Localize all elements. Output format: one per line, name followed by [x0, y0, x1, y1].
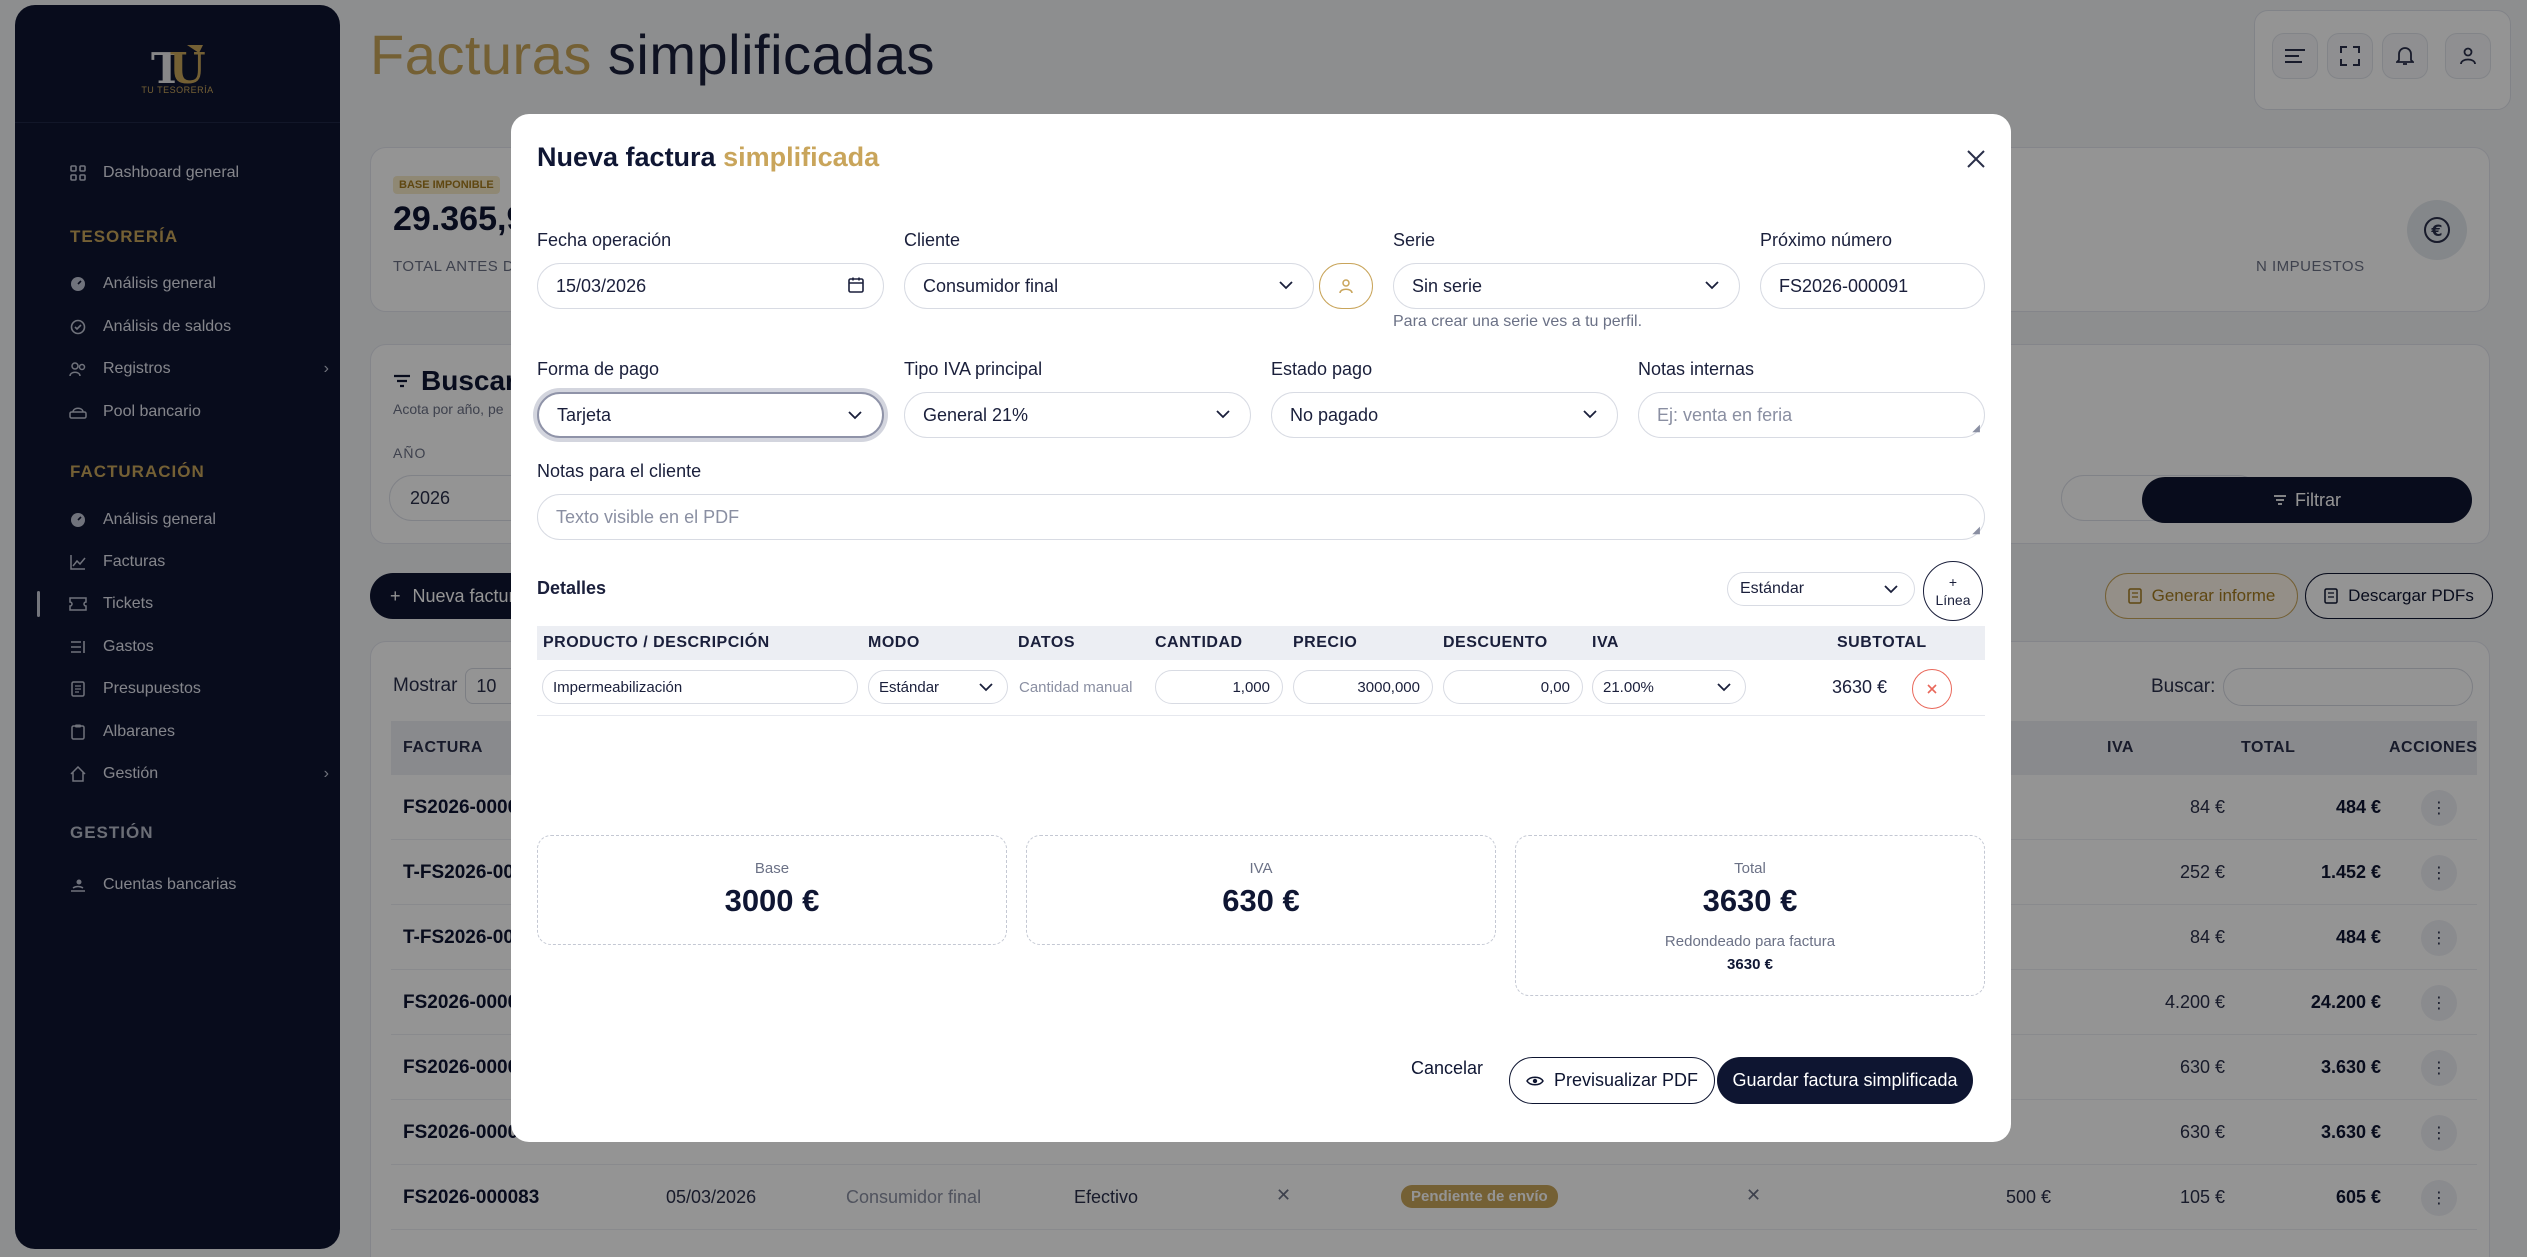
line-row: Impermeabilización Estándar Cantidad man…	[537, 661, 1985, 716]
plus-icon: +	[1948, 573, 1958, 590]
column-header-descuento: DESCUENTO	[1443, 634, 1548, 651]
descuento-input[interactable]: 0,00	[1443, 670, 1583, 704]
serie-select[interactable]: Sin serie	[1393, 263, 1740, 309]
column-header-precio: PRECIO	[1293, 634, 1358, 651]
modo-select[interactable]: Estándar	[868, 670, 1008, 704]
column-header-modo: MODO	[868, 634, 920, 651]
column-header-producto: PRODUCTO / DESCRIPCIÓN	[543, 634, 770, 651]
tipo-iva-label: Tipo IVA principal	[904, 359, 1043, 379]
precio-input[interactable]: 3000,000	[1293, 670, 1433, 704]
notas-cliente-label: Notas para el cliente	[537, 461, 702, 481]
chevron-down-icon	[1214, 405, 1232, 423]
close-icon	[1966, 149, 1986, 169]
notas-internas-textarea[interactable]: Ej: venta en feria ◢	[1638, 392, 1985, 438]
chevron-down-icon	[1703, 276, 1721, 294]
tipo-iva-select[interactable]: General 21%	[904, 392, 1251, 438]
chevron-down-icon	[1717, 679, 1733, 695]
lines-table-header: PRODUCTO / DESCRIPCIÓN MODO DATOS CANTID…	[537, 626, 1985, 660]
preview-pdf-button[interactable]: Previsualizar PDF	[1509, 1057, 1715, 1104]
proximo-numero-input[interactable]: FS2026-000091	[1760, 263, 1985, 309]
forma-pago-label: Forma de pago	[537, 359, 660, 379]
datos-text: Cantidad manual	[1019, 679, 1133, 696]
cliente-select[interactable]: Consumidor final	[904, 263, 1314, 309]
fecha-label: Fecha operación	[537, 230, 672, 250]
chevron-down-icon	[1277, 276, 1295, 294]
summary-iva: IVA 630 €	[1026, 835, 1496, 945]
new-simplified-invoice-modal: Nueva factura simplificada Fecha operaci…	[511, 114, 2011, 1142]
producto-input[interactable]: Impermeabilización	[542, 670, 858, 704]
chevron-down-icon	[979, 679, 995, 695]
forma-pago-select[interactable]: Tarjeta	[537, 392, 884, 438]
save-invoice-button[interactable]: Guardar factura simplificada	[1717, 1057, 1973, 1104]
summary-base: Base 3000 €	[537, 835, 1007, 945]
resize-handle-icon[interactable]: ◢	[1972, 526, 1980, 536]
detalles-mode-select[interactable]: Estándar	[1727, 572, 1915, 606]
close-button[interactable]	[1961, 144, 1991, 174]
chevron-down-icon	[1581, 405, 1599, 423]
column-header-datos: DATOS	[1018, 634, 1076, 651]
serie-hint: Para crear una serie ves a tu perfil.	[1393, 313, 1643, 330]
serie-label: Serie	[1393, 230, 1436, 250]
notas-internas-label: Notas internas	[1638, 359, 1755, 379]
cancel-button[interactable]: Cancelar	[1411, 1058, 1483, 1079]
chevron-down-icon	[1884, 581, 1900, 597]
fecha-input[interactable]: 15/03/2026	[537, 263, 884, 309]
cliente-label: Cliente	[904, 230, 961, 250]
cantidad-input[interactable]: 1,000	[1155, 670, 1283, 704]
eye-icon	[1526, 1075, 1544, 1087]
line-subtotal: 3630 €	[1831, 677, 1887, 697]
add-line-button[interactable]: + Línea	[1923, 561, 1983, 621]
chevron-down-icon	[846, 406, 864, 424]
calendar-icon[interactable]	[847, 276, 865, 294]
column-header-cantidad: CANTIDAD	[1155, 634, 1243, 651]
notas-cliente-textarea[interactable]: Texto visible en el PDF ◢	[537, 494, 1985, 540]
estado-pago-label: Estado pago	[1271, 359, 1373, 379]
column-header-iva: IVA	[1592, 634, 1619, 651]
proximo-label: Próximo número	[1760, 230, 1893, 250]
user-icon	[1338, 278, 1354, 294]
summary-total: Total 3630 € Redondeado para factura 363…	[1515, 835, 1985, 996]
add-client-button[interactable]	[1319, 263, 1373, 309]
delete-line-button[interactable]	[1912, 669, 1952, 709]
estado-pago-select[interactable]: No pagado	[1271, 392, 1618, 438]
detalles-title: Detalles	[537, 578, 607, 598]
column-header-subtotal: SUBTOTAL	[1837, 634, 1927, 651]
iva-select[interactable]: 21.00%	[1592, 670, 1746, 704]
resize-handle-icon[interactable]: ◢	[1972, 424, 1980, 434]
close-icon	[1927, 684, 1937, 694]
modal-title: Nueva factura simplificada	[537, 142, 880, 172]
